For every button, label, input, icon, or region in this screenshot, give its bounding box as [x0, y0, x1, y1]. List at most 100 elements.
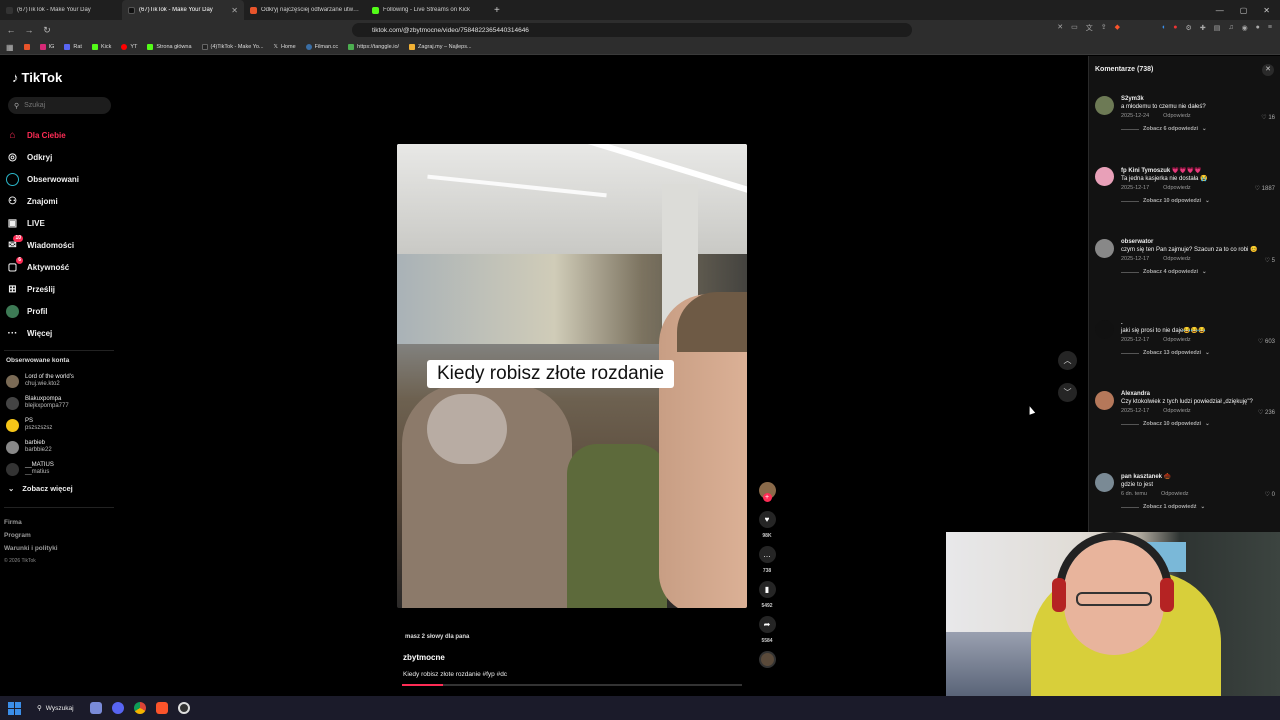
follow-plus-icon[interactable]: +: [762, 493, 772, 502]
footer-link-terms[interactable]: Warunki i polityki: [4, 542, 58, 555]
video-music-line[interactable]: masz 2 słowy dla pana: [405, 634, 469, 640]
nav-item-profile[interactable]: Profil: [6, 300, 79, 322]
apps-grid-icon[interactable]: ▦: [6, 43, 14, 52]
bookmark-item[interactable]: 𝕏 Home: [274, 44, 296, 50]
avatar[interactable]: [1095, 473, 1114, 492]
wallet-icon[interactable]: ◉: [1242, 24, 1248, 32]
minimize-icon[interactable]: —: [1216, 6, 1224, 15]
comment-username[interactable]: S2ym3k: [1121, 96, 1277, 102]
bookmark-item[interactable]: IG: [39, 44, 54, 50]
see-more-button[interactable]: ⌄ Zobacz więcej: [8, 484, 73, 493]
comment-username[interactable]: fp Kini Tymoszuk 💗💗💗💗: [1121, 167, 1277, 174]
view-replies-button[interactable]: Zobacz 4 odpowiedzi ⌄: [1121, 269, 1277, 275]
avatar[interactable]: [1095, 96, 1114, 115]
video-player[interactable]: Kiedy robisz złote rozdanie: [397, 144, 747, 608]
bookmark-item[interactable]: YT: [121, 44, 137, 50]
avatar[interactable]: [1095, 320, 1114, 339]
nav-item-more[interactable]: ··· Więcej: [6, 322, 79, 344]
menu-icon[interactable]: ≡: [1268, 24, 1272, 32]
browser-tab-2-active[interactable]: (67)TikTok - Make Your Day ✕: [122, 0, 244, 20]
next-video-button[interactable]: ﹀: [1058, 383, 1077, 402]
windows-start-icon[interactable]: [8, 701, 21, 715]
bookmark-item[interactable]: [23, 44, 30, 50]
obs-icon[interactable]: [177, 702, 190, 714]
bookmark-item[interactable]: Strona główna: [147, 44, 192, 50]
bookmark-item[interactable]: Rat: [64, 44, 82, 50]
taskbar-search[interactable]: ⚲ Wyszukaj: [31, 704, 80, 713]
music-icon[interactable]: ♫: [1228, 24, 1233, 32]
mute-icon[interactable]: ✕: [1057, 23, 1063, 33]
view-replies-button[interactable]: Zobacz 1 odpowiedź ⌄: [1121, 504, 1277, 510]
reload-icon[interactable]: ↻: [40, 25, 54, 36]
view-replies-button[interactable]: Zobacz 13 odpowiedzi ⌄: [1121, 350, 1277, 356]
footer-link-company[interactable]: Firma: [4, 516, 58, 529]
audio-icon[interactable]: ◖: [1161, 24, 1165, 32]
followed-account[interactable]: __MATIUS __matius: [6, 458, 74, 480]
browser-tab-3[interactable]: Odkryj najczęściej odtwarzane utwo...: [244, 0, 366, 20]
bookmark-item[interactable]: (4)TikTok - Make Yo...: [201, 44, 264, 50]
maximize-icon[interactable]: ▢: [1240, 6, 1248, 15]
share-icon[interactable]: ⇪: [1101, 23, 1107, 33]
bookmark-item[interactable]: Filman.cc: [305, 44, 338, 50]
bookmark-item[interactable]: Kick: [91, 44, 111, 50]
followed-account[interactable]: barbieb barbbie22: [6, 436, 74, 458]
nav-item-friends[interactable]: ⚇ Znajomi: [6, 190, 79, 212]
reply-button[interactable]: Odpowiedz: [1163, 185, 1191, 191]
reply-button[interactable]: Odpowiedz: [1163, 256, 1191, 262]
nav-item-activity[interactable]: ▢ 6 Aktywność: [6, 256, 79, 278]
search-input[interactable]: ⚲ Szukaj: [8, 97, 111, 114]
nav-item-explore[interactable]: ◎ Odkryj: [6, 146, 79, 168]
previous-video-button[interactable]: ︿: [1058, 351, 1077, 370]
comment-like-button[interactable]: ♡ 0: [1265, 491, 1275, 498]
like-button[interactable]: ♥ 98K: [757, 511, 777, 539]
sidebar-icon[interactable]: ▤: [1214, 24, 1221, 32]
forward-icon[interactable]: →: [22, 25, 36, 35]
comment-like-button[interactable]: ♡ 236: [1258, 409, 1275, 416]
nav-item-following[interactable]: Obserwowani: [6, 168, 79, 190]
close-comments-icon[interactable]: ✕: [1262, 64, 1274, 76]
browser-tab-4[interactable]: Following - Live Streams on Kick: [366, 0, 488, 20]
save-button[interactable]: ▮ 5492: [757, 581, 777, 609]
new-tab-button[interactable]: +: [488, 5, 506, 16]
reply-button[interactable]: Odpowiedz: [1161, 491, 1189, 497]
bookmark-item[interactable]: https://tanggle.io/: [348, 44, 399, 50]
bookmark-item[interactable]: Zagraj.my – Najleps...: [409, 44, 472, 50]
brave-shield-icon[interactable]: ◆: [1115, 23, 1120, 33]
reply-button[interactable]: Odpowiedz: [1163, 337, 1191, 343]
footer-link-program[interactable]: Program: [4, 529, 58, 542]
comment-like-button[interactable]: ♡ 603: [1258, 338, 1275, 345]
address-bar[interactable]: tiktok.com/@zbytmocne/video/758482236544…: [352, 23, 912, 37]
avatar[interactable]: [1095, 239, 1114, 258]
comment-username[interactable]: pan kasztanek 🌰: [1121, 473, 1277, 480]
video-author[interactable]: zbytmocne: [403, 653, 445, 662]
reply-button[interactable]: Odpowiedz: [1163, 408, 1191, 414]
avatar[interactable]: [1095, 167, 1114, 186]
followed-account[interactable]: PS pszszszsz: [6, 414, 74, 436]
nav-item-upload[interactable]: ⊞ Prześlij: [6, 278, 79, 300]
view-replies-button[interactable]: Zobacz 10 odpowiedzi ⌄: [1121, 421, 1277, 427]
followed-account[interactable]: Lord of the world's chuj.wie.kto2: [6, 370, 74, 392]
view-replies-button[interactable]: Zobacz 10 odpowiedzi ⌄: [1121, 198, 1277, 204]
comment-button[interactable]: … 738: [757, 546, 777, 574]
nav-item-for-you[interactable]: ⌂ Dla Ciebie: [6, 124, 79, 146]
translate-icon[interactable]: 文: [1086, 23, 1093, 33]
comment-username[interactable]: Alexandra: [1121, 391, 1277, 397]
close-tab-icon[interactable]: ✕: [231, 6, 238, 15]
close-window-icon[interactable]: ✕: [1263, 6, 1270, 15]
music-disc-icon[interactable]: [758, 651, 776, 668]
chrome-icon[interactable]: [133, 702, 146, 714]
comment-like-button[interactable]: ♡ 5: [1265, 257, 1275, 264]
back-icon[interactable]: ←: [4, 25, 18, 35]
profile-avatar-icon[interactable]: ●: [1256, 24, 1260, 32]
extension-icon[interactable]: ⚙: [1186, 24, 1192, 32]
puzzle-icon[interactable]: ✚: [1200, 24, 1206, 32]
file-explorer-icon[interactable]: [89, 702, 102, 714]
share-button[interactable]: ➦ 5584: [757, 616, 777, 644]
reply-button[interactable]: Odpowiedz: [1163, 113, 1191, 119]
nav-item-messages[interactable]: ✉ 10 Wiadomości: [6, 234, 79, 256]
followed-account[interactable]: Blakuxpompa blejkxpompa777: [6, 392, 74, 414]
record-icon[interactable]: ●: [1173, 24, 1177, 32]
creator-avatar[interactable]: +: [758, 482, 776, 502]
video-progress-bar[interactable]: [402, 684, 742, 686]
cast-icon[interactable]: ▭: [1071, 23, 1078, 33]
